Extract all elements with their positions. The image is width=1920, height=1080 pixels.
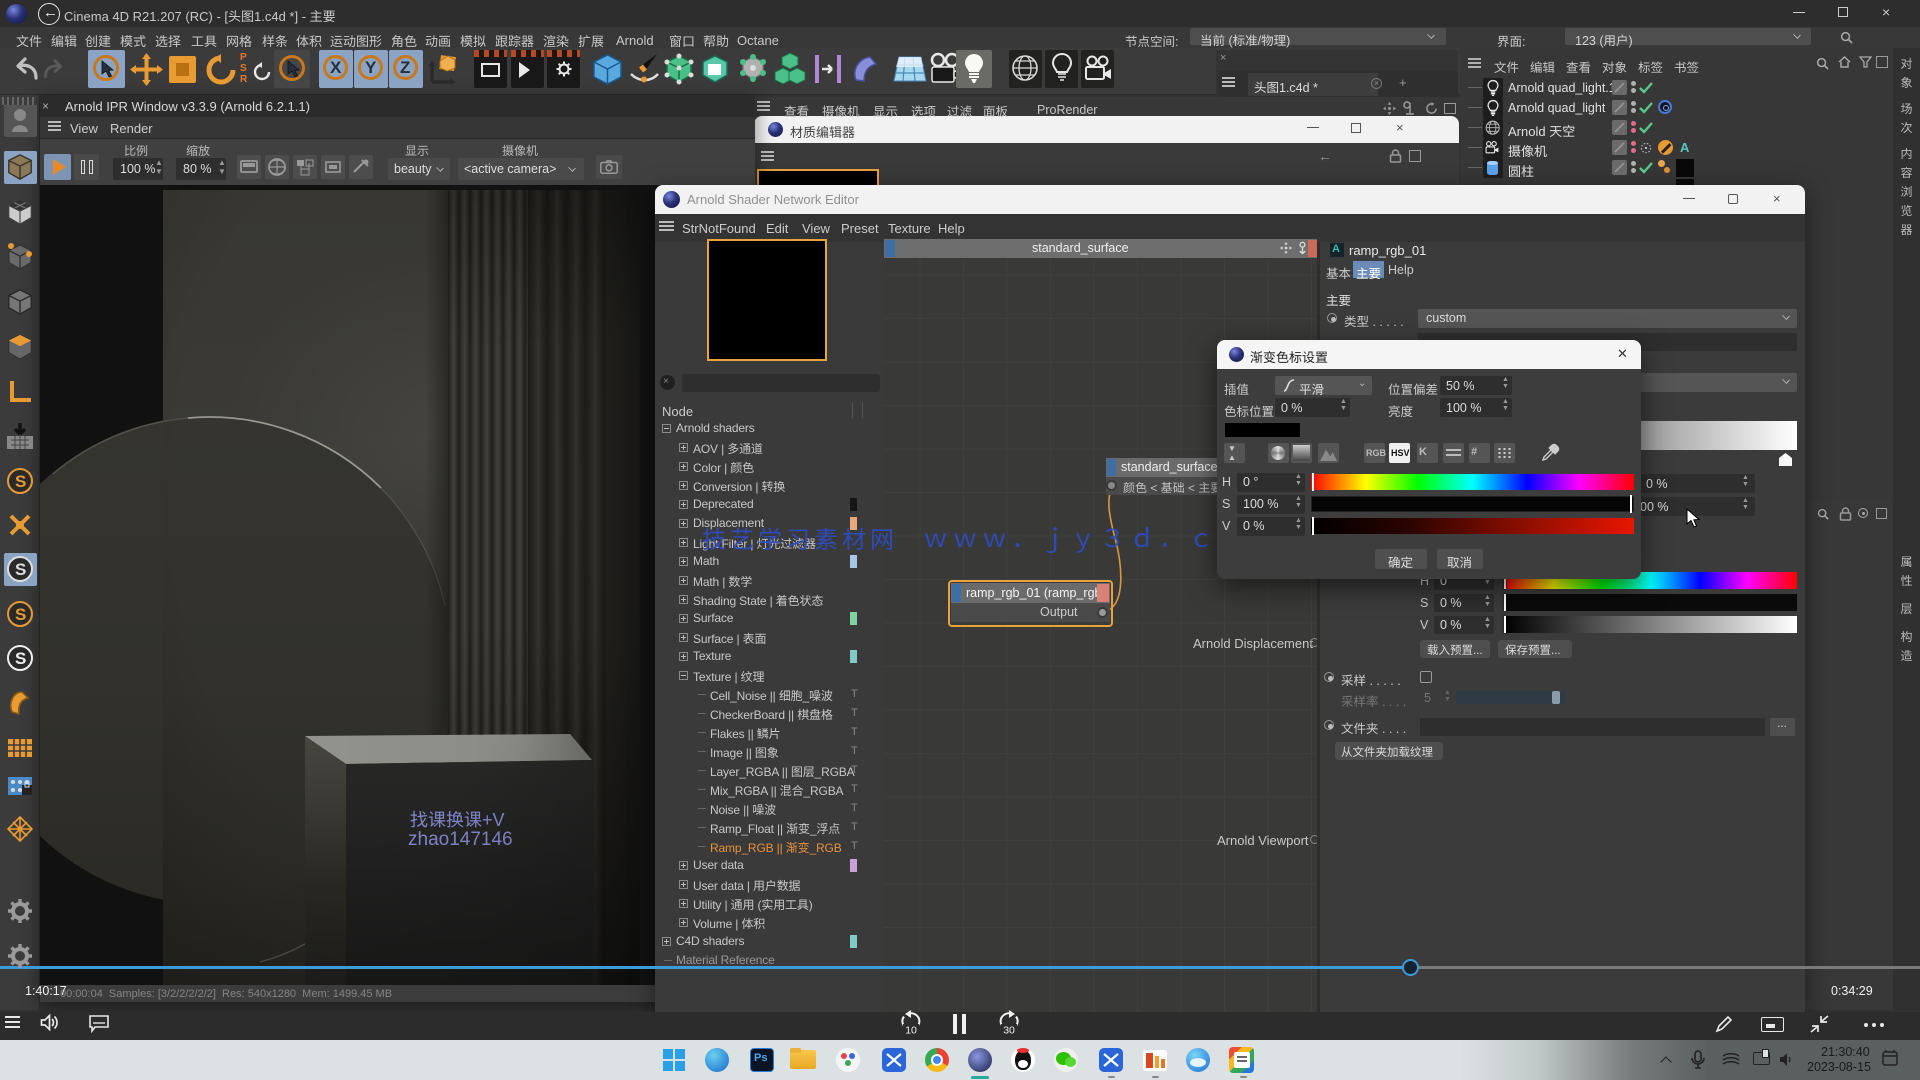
svg-text:30: 30 [1003,1025,1015,1037]
svg-text:S: S [15,649,26,668]
svg-text:10: 10 [905,1025,917,1037]
svg-text:S: S [15,560,26,579]
svg-text:S: S [15,605,26,624]
svg-text:S: S [15,472,26,491]
